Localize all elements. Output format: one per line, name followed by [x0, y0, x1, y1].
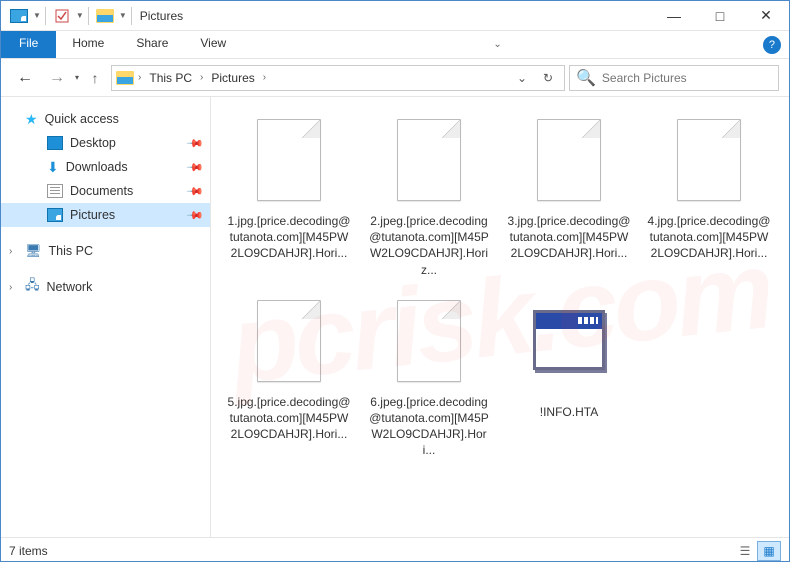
folder-icon[interactable]: [96, 9, 114, 23]
search-input[interactable]: [602, 71, 772, 85]
tab-share[interactable]: Share: [120, 31, 184, 58]
address-dropdown-icon[interactable]: ⌄: [510, 71, 534, 85]
qa-dropdown-icon[interactable]: ▼: [33, 11, 41, 20]
minimize-button[interactable]: —: [651, 1, 697, 31]
ribbon-collapse-icon[interactable]: ⌄: [493, 39, 501, 50]
generic-file-icon: [393, 119, 465, 207]
refresh-icon[interactable]: ↻: [536, 71, 560, 85]
pc-icon: 🖥: [25, 243, 42, 259]
pin-icon: 📌: [186, 206, 205, 225]
generic-file-icon: [393, 300, 465, 388]
sidebar-item-label: Documents: [70, 184, 133, 198]
separator: [45, 7, 46, 25]
network-icon: 🖧: [25, 276, 40, 298]
file-name-label: 1.jpg.[price.decoding@tutanota.com][M45P…: [227, 213, 351, 262]
sidebar-item-label: Pictures: [70, 208, 115, 222]
breadcrumb-pictures[interactable]: Pictures: [207, 69, 258, 87]
window-title: Pictures: [140, 9, 183, 23]
up-button[interactable]: ↑: [83, 66, 107, 90]
back-button[interactable]: ←: [11, 64, 39, 92]
generic-file-icon: [253, 119, 325, 207]
qa-customize-icon[interactable]: ▼: [119, 11, 127, 20]
item-count: 7 items: [9, 544, 48, 558]
generic-file-icon: [253, 300, 325, 388]
file-menu[interactable]: File: [1, 31, 56, 58]
chevron-right-icon[interactable]: ›: [9, 246, 12, 257]
file-item[interactable]: 1.jpg.[price.decoding@tutanota.com][M45P…: [221, 111, 357, 284]
pin-icon: 📌: [186, 158, 205, 177]
sidebar-item-label: Desktop: [70, 136, 116, 150]
file-name-label: 3.jpg.[price.decoding@tutanota.com][M45P…: [507, 213, 631, 262]
generic-file-icon: [673, 119, 745, 207]
file-name-label: 6.jpeg.[price.decoding@tutanota.com][M45…: [367, 394, 491, 459]
main-area: ★ Quick access Desktop 📌 ⬇ Downloads 📌 D…: [1, 97, 789, 537]
pictures-icon: [47, 208, 63, 222]
file-name-label: 5.jpg.[price.decoding@tutanota.com][M45P…: [227, 394, 351, 443]
hta-file-icon: [533, 310, 605, 398]
file-item[interactable]: 5.jpg.[price.decoding@tutanota.com][M45P…: [221, 292, 357, 465]
chevron-right-icon[interactable]: ›: [9, 282, 12, 293]
explorer-app-icon: [10, 9, 28, 23]
search-icon: 🔍: [576, 68, 596, 88]
desktop-icon: [47, 136, 63, 150]
qa-dropdown-icon-2[interactable]: ▼: [76, 11, 84, 20]
sidebar-item-label: This PC: [49, 244, 93, 258]
location-icon: [116, 71, 134, 85]
file-item[interactable]: 6.jpeg.[price.decoding@tutanota.com][M45…: [361, 292, 497, 465]
sidebar-item-desktop[interactable]: Desktop 📌: [1, 131, 210, 155]
downloads-icon: ⬇: [47, 159, 59, 176]
sidebar-this-pc[interactable]: › 🖥 This PC: [1, 239, 210, 263]
properties-icon[interactable]: [53, 9, 71, 23]
separator: [88, 7, 89, 25]
sidebar-quick-access[interactable]: ★ Quick access: [1, 107, 210, 131]
title-bar: ▼ ▼ ▼ Pictures — □ ✕: [1, 1, 789, 31]
sidebar-network[interactable]: › 🖧 Network: [1, 275, 210, 299]
forward-button[interactable]: →: [43, 64, 71, 92]
chevron-right-icon[interactable]: ›: [198, 72, 205, 83]
file-name-label: !INFO.HTA: [507, 404, 631, 420]
navigation-pane[interactable]: ★ Quick access Desktop 📌 ⬇ Downloads 📌 D…: [1, 97, 211, 537]
chevron-right-icon[interactable]: ›: [136, 72, 143, 83]
sidebar-item-pictures[interactable]: Pictures 📌: [1, 203, 210, 227]
file-item[interactable]: 2.jpeg.[price.decoding@tutanota.com][M45…: [361, 111, 497, 284]
address-bar[interactable]: › This PC › Pictures › ⌄ ↻: [111, 65, 565, 91]
file-name-label: 2.jpeg.[price.decoding@tutanota.com][M45…: [367, 213, 491, 278]
tab-view[interactable]: View: [184, 31, 242, 58]
help-icon[interactable]: ?: [763, 36, 781, 54]
star-icon: ★: [25, 111, 38, 128]
details-view-button[interactable]: ☰: [733, 541, 757, 561]
sidebar-item-documents[interactable]: Documents 📌: [1, 179, 210, 203]
sidebar-item-label: Downloads: [66, 160, 128, 174]
breadcrumb-this-pc[interactable]: This PC: [145, 69, 196, 87]
file-list[interactable]: 1.jpg.[price.decoding@tutanota.com][M45P…: [211, 97, 789, 537]
sidebar-item-label: Network: [47, 280, 93, 294]
navigation-bar: ← → ▾ ↑ › This PC › Pictures › ⌄ ↻ 🔍: [1, 59, 789, 97]
search-box[interactable]: 🔍: [569, 65, 779, 91]
history-dropdown-icon[interactable]: ▾: [75, 73, 79, 82]
pin-icon: 📌: [186, 134, 205, 153]
sidebar-item-label: Quick access: [45, 112, 119, 126]
close-button[interactable]: ✕: [743, 1, 789, 31]
status-bar: 7 items ☰ ▦: [1, 537, 789, 563]
icons-view-button[interactable]: ▦: [757, 541, 781, 561]
separator: [131, 7, 132, 25]
sidebar-item-downloads[interactable]: ⬇ Downloads 📌: [1, 155, 210, 179]
file-name-label: 4.jpg.[price.decoding@tutanota.com][M45P…: [647, 213, 771, 262]
maximize-button[interactable]: □: [697, 1, 743, 31]
ribbon: File Home Share View ⌄ ?: [1, 31, 789, 59]
tab-home[interactable]: Home: [56, 31, 120, 58]
file-item[interactable]: !INFO.HTA: [501, 292, 637, 465]
chevron-right-icon[interactable]: ›: [261, 72, 268, 83]
file-item[interactable]: 4.jpg.[price.decoding@tutanota.com][M45P…: [641, 111, 777, 284]
generic-file-icon: [533, 119, 605, 207]
file-item[interactable]: 3.jpg.[price.decoding@tutanota.com][M45P…: [501, 111, 637, 284]
pin-icon: 📌: [186, 182, 205, 201]
documents-icon: [47, 184, 63, 198]
